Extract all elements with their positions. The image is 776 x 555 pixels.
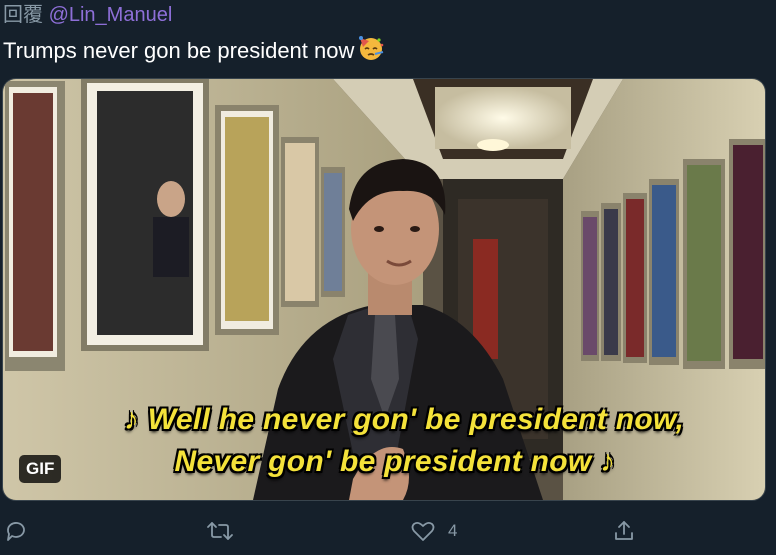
reply-handle-link[interactable]: @Lin_Manuel [49, 4, 173, 26]
gif-media[interactable]: ♪ Well he never gon' be president now, N… [2, 78, 766, 501]
like-button[interactable]: 4 [410, 513, 457, 549]
tweet-body: Trumps never gon be president now [3, 38, 355, 63]
retweet-button[interactable] [206, 513, 234, 549]
subtitle-line-2: Never gon' be president now ♪ [174, 445, 616, 478]
heart-icon [410, 519, 436, 543]
reply-icon [4, 519, 28, 543]
partying-face-emoji-icon [357, 34, 385, 69]
reply-context: 回覆 @Lin_Manuel [3, 3, 172, 27]
gif-badge: GIF [19, 455, 62, 483]
retweet-icon [206, 519, 234, 543]
tweet-actions: 4 [0, 513, 776, 549]
reply-prefix: 回覆 [3, 4, 43, 26]
reply-button[interactable] [4, 513, 28, 549]
tweet-text: Trumps never gon be president now [3, 34, 385, 69]
tweet: 回覆 @Lin_Manuel Trumps never gon be presi… [0, 0, 776, 555]
share-button[interactable] [612, 513, 636, 549]
like-count: 4 [448, 521, 458, 540]
subtitle-line-1: ♪ Well he never gon' be president now, [123, 403, 685, 436]
share-icon [612, 519, 636, 543]
